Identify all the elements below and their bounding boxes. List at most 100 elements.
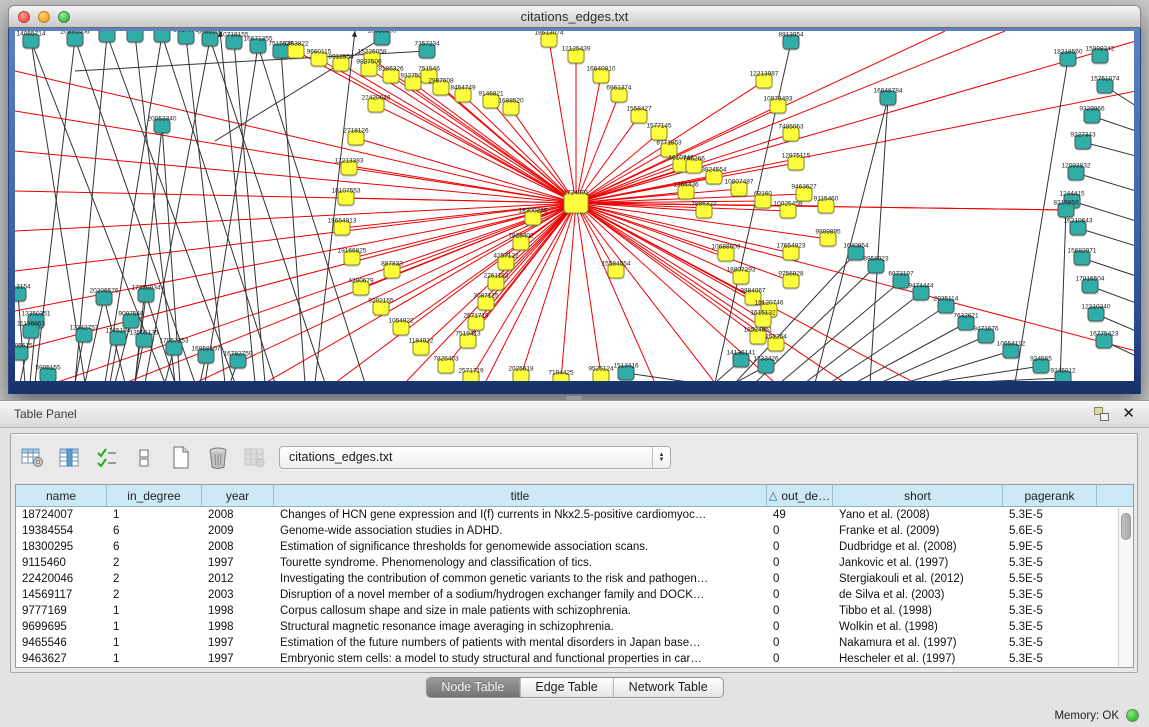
cell-pagerank[interactable]: 5.3E-5 <box>1003 603 1097 619</box>
network-node[interactable]: 1733426 <box>758 359 775 374</box>
network-edge[interactable] <box>258 46 365 381</box>
network-node[interactable]: 12213987 <box>756 74 773 89</box>
cell-pagerank[interactable]: 5.3E-5 <box>1003 619 1097 635</box>
network-node[interactable]: 1513416 <box>618 366 635 381</box>
network-node[interactable]: 2987608 <box>433 81 450 96</box>
network-node[interactable]: 8471676 <box>978 329 995 344</box>
tab-network-table[interactable]: Network Table <box>614 678 723 697</box>
network-edge[interactable] <box>905 351 1011 381</box>
network-node[interactable]: 10654112 <box>1003 344 1020 359</box>
network-node[interactable]: 746266 <box>686 159 703 174</box>
network-node[interactable]: 7357234 <box>419 44 436 59</box>
cell-out_de[interactable]: 0 <box>767 523 833 539</box>
network-edge[interactable] <box>75 39 195 381</box>
network-node[interactable]: 11196564 <box>127 31 144 43</box>
network-node[interactable]: 9827506 <box>361 62 378 77</box>
network-node[interactable]: 924565 <box>1033 359 1050 374</box>
network-node[interactable]: 12093832 <box>1068 166 1085 181</box>
cell-pagerank[interactable]: 5.3E-5 <box>1003 555 1097 571</box>
cell-year[interactable]: 2008 <box>202 507 274 523</box>
network-node[interactable]: 16640910 <box>593 69 610 84</box>
cell-pagerank[interactable]: 5.3E-5 <box>1003 587 1097 603</box>
network-edge[interactable] <box>315 31 355 381</box>
minimize-window-button[interactable] <box>38 11 50 23</box>
cell-year[interactable]: 1997 <box>202 635 274 651</box>
network-edge[interactable] <box>576 203 769 310</box>
network-edge[interactable] <box>576 76 601 203</box>
cell-short[interactable]: Jankovic et al. (1997) <box>833 555 1003 571</box>
network-node[interactable]: 9660115 <box>311 52 328 67</box>
network-node[interactable]: 9115460 <box>818 199 835 214</box>
network-node[interactable]: 16210643 <box>1070 221 1087 236</box>
network-edge[interactable] <box>576 95 619 203</box>
float-panel-icon[interactable] <box>1094 407 1109 421</box>
network-node[interactable]: 16775423 <box>1096 334 1113 349</box>
network-node[interactable]: 13505135 <box>136 333 153 348</box>
cell-title[interactable]: Estimation of the future numbers of pati… <box>274 635 767 651</box>
network-node[interactable]: 4290679 <box>353 281 370 296</box>
cell-year[interactable]: 1997 <box>202 651 274 667</box>
network-node[interactable]: 2261183 <box>488 276 505 291</box>
cell-name[interactable]: 9115460 <box>16 555 107 571</box>
cell-title[interactable]: Disruption of a novel member of a sodium… <box>274 587 767 603</box>
network-node[interactable]: 9329966 <box>1084 109 1101 124</box>
show-column-button[interactable] <box>56 444 84 472</box>
network-node[interactable]: 15692971 <box>1074 251 1091 266</box>
cell-out_de[interactable]: 0 <box>767 651 833 667</box>
table-row[interactable]: 969969511998Structural magnetic resonanc… <box>16 619 1133 635</box>
network-node[interactable]: 9327501 <box>405 76 422 91</box>
cell-out_de[interactable]: 0 <box>767 603 833 619</box>
cell-short[interactable]: Tibbo et al. (1998) <box>833 603 1003 619</box>
network-node[interactable]: 17654923 <box>783 246 800 261</box>
cell-pagerank[interactable]: 5.3E-5 <box>1003 651 1097 667</box>
close-panel-icon[interactable]: ✕ <box>1122 405 1135 423</box>
cell-short[interactable]: Nakamura et al. (1997) <box>833 635 1003 651</box>
network-node[interactable]: 6961374 <box>611 88 628 103</box>
cell-year[interactable]: 2008 <box>202 539 274 555</box>
delete-table-button[interactable] <box>241 444 269 472</box>
network-node[interactable]: 1054922 <box>393 321 410 336</box>
network-node[interactable]: 1688520 <box>503 101 520 116</box>
select-columns-button[interactable] <box>93 444 121 472</box>
delete-rows-button[interactable] <box>204 444 232 472</box>
network-node[interactable]: 6966160 <box>202 32 219 47</box>
network-edge[interactable] <box>471 203 576 378</box>
network-node[interactable]: 7986322 <box>696 204 713 219</box>
network-node[interactable]: 252254 <box>768 337 785 352</box>
network-node[interactable]: 1615132 <box>755 313 772 328</box>
cell-short[interactable]: Hescheler et al. (1997) <box>833 651 1003 667</box>
table-row[interactable]: 2242004622012Investigating the contribut… <box>16 571 1133 587</box>
cell-out_de[interactable]: 0 <box>767 555 833 571</box>
network-node[interactable]: 2025618 <box>513 369 530 382</box>
network-node[interactable]: 8186326 <box>383 69 400 84</box>
network-node[interactable]: 20891406 <box>67 32 84 47</box>
network-edge[interactable] <box>576 133 659 203</box>
network-node[interactable]: 16958107 <box>198 349 215 364</box>
network-edge[interactable] <box>561 203 576 380</box>
cell-short[interactable]: Stergiakouli et al. (2012) <box>833 571 1003 587</box>
column-header-out_de[interactable]: △out_de… <box>767 485 833 506</box>
network-node[interactable]: 1640954 <box>848 246 865 261</box>
cell-in_degree[interactable]: 6 <box>107 539 202 555</box>
cell-pagerank[interactable]: 5.5E-5 <box>1003 571 1097 587</box>
network-node[interactable]: 9899895 <box>820 232 837 247</box>
network-edge[interactable] <box>35 39 75 381</box>
network-node[interactable]: 18107553 <box>338 191 355 206</box>
network-edge[interactable] <box>576 203 715 381</box>
network-edge[interactable] <box>107 35 235 381</box>
network-edge[interactable] <box>576 203 601 376</box>
network-edge[interactable] <box>1072 201 1134 221</box>
cell-year[interactable]: 1998 <box>202 619 274 635</box>
cell-title[interactable]: Genome-wide association studies in ADHD. <box>274 523 767 539</box>
network-edge[interactable] <box>1076 173 1134 191</box>
table-row[interactable]: 1830029562008Estimation of significance … <box>16 539 1133 555</box>
network-edge[interactable] <box>576 203 845 381</box>
cell-title[interactable]: Investigating the contribution of common… <box>274 571 767 587</box>
network-node[interactable]: 8454749 <box>455 88 472 103</box>
cell-short[interactable]: Franke et al. (2009) <box>833 523 1003 539</box>
cell-year[interactable]: 2012 <box>202 571 274 587</box>
tab-node-table[interactable]: Node Table <box>426 678 520 697</box>
network-node[interactable]: 15998342 <box>1092 49 1109 64</box>
network-node[interactable]: 6873197 <box>893 274 910 289</box>
network-node[interactable]: 17016504 <box>1082 279 1099 294</box>
